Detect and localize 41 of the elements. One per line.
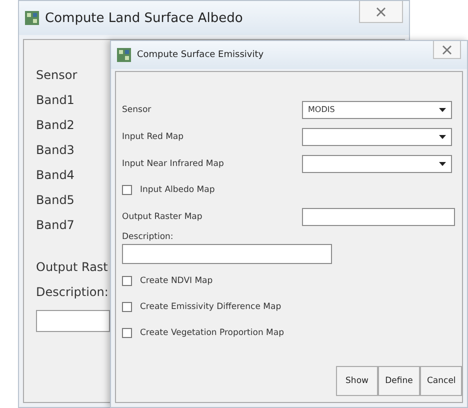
checkbox-label: Create Vegetation Proportion Map <box>140 328 284 338</box>
window-title: Compute Land Surface Albedo <box>45 10 243 26</box>
field-label: Band4 <box>36 168 76 184</box>
checkbox[interactable] <box>122 276 132 286</box>
checkbox-label: Input Albedo Map <box>140 185 215 195</box>
dropdown[interactable] <box>302 128 452 146</box>
checkbox[interactable] <box>122 185 132 195</box>
caret-icon <box>439 108 446 112</box>
field-label: Input Near Infrared Map <box>122 158 224 168</box>
field-label: Description: <box>122 232 174 242</box>
output-field[interactable] <box>302 208 455 226</box>
field-label: Band2 <box>36 118 76 134</box>
window-title: Compute Surface Emissivity <box>137 50 264 60</box>
description-field[interactable] <box>122 244 332 264</box>
dropdown[interactable]: MODIS <box>302 100 452 118</box>
field-label: Band5 <box>36 193 76 209</box>
field-label: Output Rast <box>36 260 109 276</box>
field-label: Sensor <box>36 68 78 84</box>
checkbox[interactable] <box>122 302 132 312</box>
field-label: Output Raster Map <box>122 212 202 222</box>
field-label: Description: <box>36 285 110 301</box>
close-icon <box>376 6 386 16</box>
close-icon <box>442 44 452 54</box>
dialog-button[interactable]: Cancel <box>420 366 462 396</box>
caret-icon <box>439 162 446 166</box>
description-field[interactable] <box>36 310 110 332</box>
app-icon <box>25 11 39 25</box>
field-label: Sensor <box>122 104 152 114</box>
field-label: Input Red Map <box>122 132 184 142</box>
field-label: Band7 <box>36 218 76 234</box>
app-icon <box>117 48 131 62</box>
dialog-button[interactable]: Show <box>336 366 378 396</box>
field-label: Band3 <box>36 143 76 159</box>
checkbox[interactable] <box>122 328 132 338</box>
dropdown[interactable] <box>302 154 452 172</box>
close-button[interactable] <box>433 41 461 59</box>
checkbox-label: Create Emissivity Difference Map <box>140 302 282 312</box>
caret-icon <box>439 134 446 138</box>
checkbox-label: Create NDVI Map <box>140 276 213 286</box>
dialog-button[interactable]: Define <box>378 366 420 396</box>
close-button[interactable] <box>359 1 403 23</box>
